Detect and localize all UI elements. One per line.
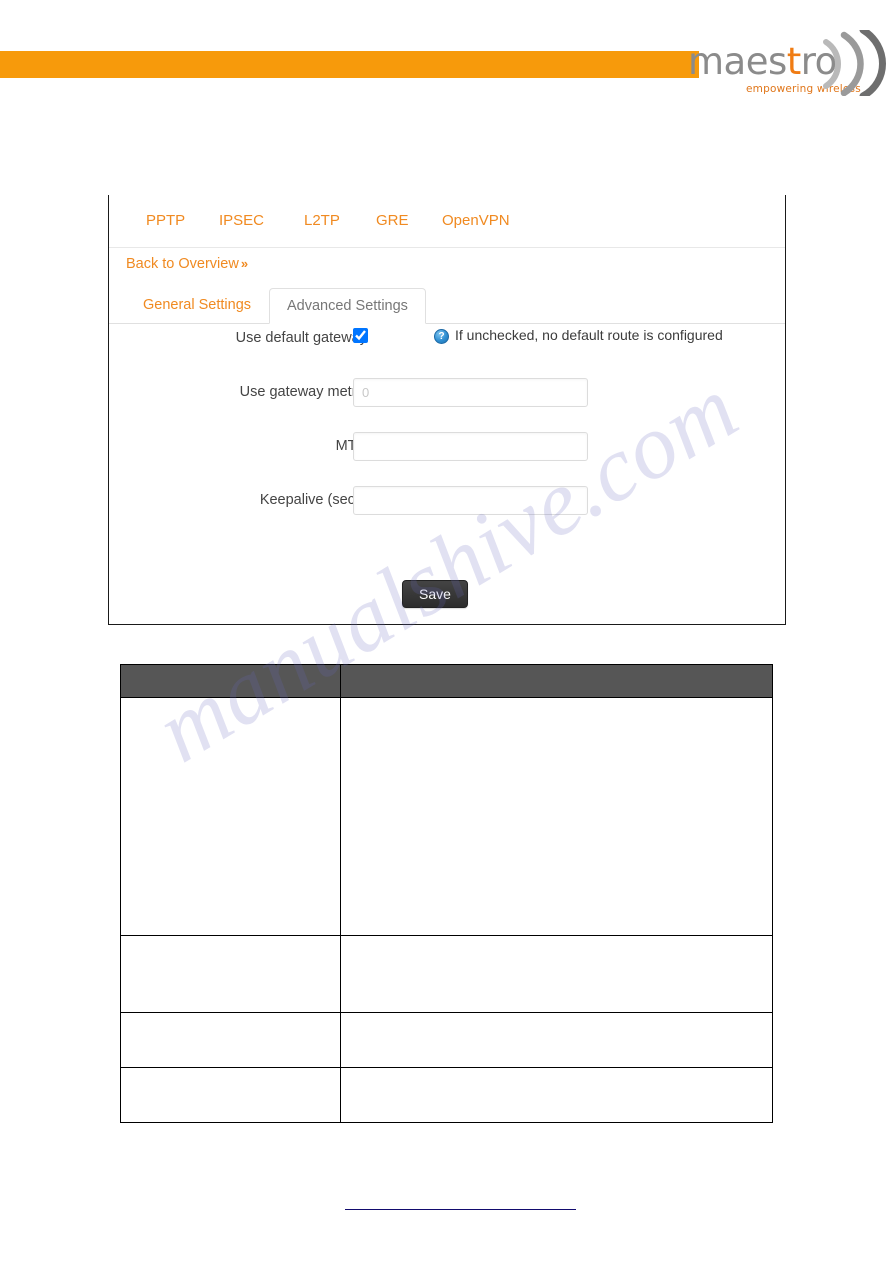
table-cell-description xyxy=(340,697,773,936)
vpn-settings-panel: PPTP IPSEC L2TP GRE OpenVPN Back to Over… xyxy=(108,195,786,625)
table-cell-description xyxy=(340,935,773,1013)
table-cell-name xyxy=(120,1012,341,1068)
chevron-right-icon: » xyxy=(240,256,249,271)
table-body xyxy=(120,697,773,1123)
form-row-keepalive: Keepalive (secs) xyxy=(109,486,785,530)
table-row xyxy=(120,697,773,936)
save-button[interactable]: Save xyxy=(402,580,468,608)
tab-general-settings[interactable]: General Settings xyxy=(126,288,268,324)
form-row-mtu: MTU xyxy=(109,432,785,476)
question-mark-icon[interactable]: ? xyxy=(434,329,449,344)
signal-waves-icon xyxy=(823,30,886,96)
tab-gre[interactable]: GRE xyxy=(376,212,409,229)
tab-ipsec[interactable]: IPSEC xyxy=(219,212,264,229)
logo-word-prefix: maes xyxy=(688,40,787,83)
table-row xyxy=(120,1067,773,1123)
settings-tab-bar: General Settings Advanced Settings xyxy=(109,288,785,324)
maestro-logo: maestro empowering wireless xyxy=(672,28,893,100)
use-gateway-metric-input[interactable] xyxy=(353,378,588,407)
table-cell-description xyxy=(340,1012,773,1068)
table-header-row xyxy=(120,664,773,698)
footer-hyperlink[interactable] xyxy=(345,1194,576,1210)
page-header: maestro empowering wireless xyxy=(0,0,893,110)
table-cell-name xyxy=(120,935,341,1013)
tab-advanced-settings[interactable]: Advanced Settings xyxy=(269,288,426,324)
logo-word-accent: t xyxy=(786,40,802,83)
parameter-description-table xyxy=(120,664,773,1123)
back-to-overview-label: Back to Overview xyxy=(126,256,239,272)
tab-openvpn[interactable]: OpenVPN xyxy=(442,212,510,229)
tab-l2tp[interactable]: L2TP xyxy=(304,212,340,229)
help-note-text: If unchecked, no default route is config… xyxy=(455,327,723,343)
table-cell-name xyxy=(120,697,341,936)
use-default-gateway-checkbox[interactable] xyxy=(353,328,368,343)
service-tab-bar: PPTP IPSEC L2TP GRE OpenVPN xyxy=(109,206,785,248)
table-row xyxy=(120,935,773,1013)
mtu-input[interactable] xyxy=(353,432,588,461)
table-cell-description xyxy=(340,1067,773,1123)
table-cell-name xyxy=(120,1067,341,1123)
label-use-gateway-metric: Use gateway metric xyxy=(239,384,367,400)
form-row-use-gateway-metric: Use gateway metric xyxy=(109,378,785,422)
table-header-description xyxy=(340,664,773,698)
label-keepalive: Keepalive (secs) xyxy=(259,492,367,508)
table-header-name xyxy=(120,664,341,698)
back-to-overview-link[interactable]: Back to Overview» xyxy=(126,256,248,272)
tab-pptp[interactable]: PPTP xyxy=(146,212,185,229)
header-orange-bar xyxy=(0,51,680,78)
keepalive-input[interactable] xyxy=(353,486,588,515)
label-mtu: MTU xyxy=(335,438,367,454)
label-use-default-gateway: Use default gateway xyxy=(235,330,367,346)
logo-wordmark: maestro xyxy=(688,42,837,82)
form-row-use-default-gateway: Use default gateway ? If unchecked, no d… xyxy=(109,324,785,368)
table-row xyxy=(120,1012,773,1068)
table-head xyxy=(120,664,773,698)
